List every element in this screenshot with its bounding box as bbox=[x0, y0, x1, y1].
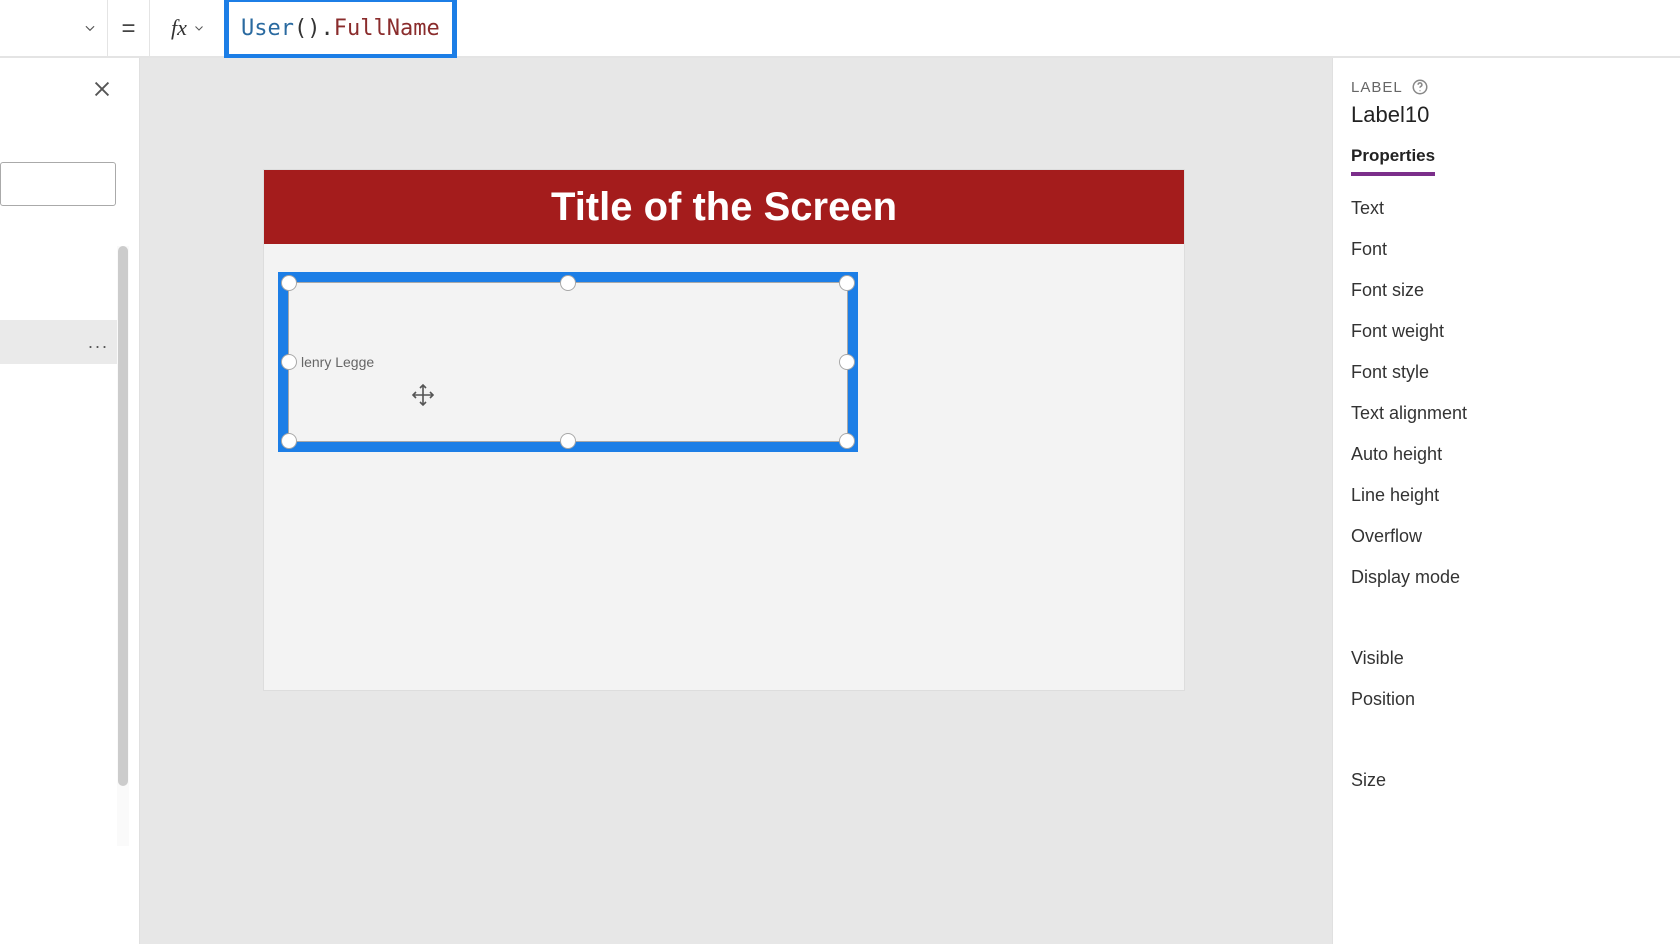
control-type-label: LABEL bbox=[1351, 79, 1403, 96]
formula-token-property: FullName bbox=[334, 16, 440, 41]
formula-input-highlight: User().FullName bbox=[224, 0, 457, 59]
prop-font-size[interactable]: Font size bbox=[1351, 280, 1680, 301]
tree-scrollbar[interactable] bbox=[117, 246, 129, 846]
prop-position[interactable]: Position bbox=[1351, 689, 1680, 710]
device-frame[interactable]: Title of the Screen lenry Legge bbox=[264, 170, 1184, 690]
equals-label: = bbox=[108, 0, 150, 57]
formula-token-paren-close: ) bbox=[307, 16, 320, 41]
control-name-label[interactable]: Label10 bbox=[1351, 102, 1680, 128]
main-area: ... Title of the Screen lenry Legge bbox=[0, 58, 1680, 944]
formula-token-dot: . bbox=[320, 16, 333, 41]
more-actions-button[interactable]: ... bbox=[88, 332, 109, 353]
label-control[interactable]: lenry Legge bbox=[288, 282, 848, 442]
resize-handle-bottom-center[interactable] bbox=[560, 433, 576, 449]
fx-button[interactable]: fx bbox=[150, 0, 226, 57]
formula-bar: = fx User().FullName bbox=[0, 0, 1680, 58]
help-icon[interactable] bbox=[1411, 78, 1429, 96]
prop-font-style[interactable]: Font style bbox=[1351, 362, 1680, 383]
tree-scrollbar-thumb[interactable] bbox=[118, 246, 128, 786]
tree-search-input[interactable] bbox=[0, 162, 116, 206]
move-icon bbox=[411, 383, 435, 407]
resize-handle-top-left[interactable] bbox=[281, 275, 297, 291]
prop-visible[interactable]: Visible bbox=[1351, 648, 1680, 669]
property-list: Text Font Font size Font weight Font sty… bbox=[1351, 198, 1680, 791]
prop-display-mode[interactable]: Display mode bbox=[1351, 567, 1680, 588]
resize-handle-top-center[interactable] bbox=[560, 275, 576, 291]
prop-line-height[interactable]: Line height bbox=[1351, 485, 1680, 506]
label-text: lenry Legge bbox=[301, 283, 374, 441]
tree-close-button[interactable] bbox=[91, 78, 113, 105]
tab-properties[interactable]: Properties bbox=[1351, 146, 1435, 176]
resize-handle-bottom-left[interactable] bbox=[281, 433, 297, 449]
screen-title-bar: Title of the Screen bbox=[264, 170, 1184, 244]
canvas-area[interactable]: Title of the Screen lenry Legge bbox=[140, 58, 1332, 944]
chevron-down-icon bbox=[193, 22, 205, 34]
close-icon bbox=[91, 78, 113, 100]
tree-panel: ... bbox=[0, 58, 140, 944]
resize-handle-middle-left[interactable] bbox=[281, 354, 297, 370]
selected-control-highlight: lenry Legge bbox=[278, 272, 858, 452]
resize-handle-bottom-right[interactable] bbox=[839, 433, 855, 449]
prop-text[interactable]: Text bbox=[1351, 198, 1680, 219]
formula-token-paren-open: ( bbox=[294, 16, 307, 41]
prop-font[interactable]: Font bbox=[1351, 239, 1680, 260]
prop-overflow[interactable]: Overflow bbox=[1351, 526, 1680, 547]
fx-label: fx bbox=[171, 15, 187, 41]
chevron-down-icon bbox=[83, 21, 97, 35]
resize-handle-middle-right[interactable] bbox=[839, 354, 855, 370]
formula-token-object: User bbox=[241, 16, 294, 41]
prop-text-alignment[interactable]: Text alignment bbox=[1351, 403, 1680, 424]
property-selector-dropdown[interactable] bbox=[0, 0, 108, 57]
properties-header: LABEL bbox=[1351, 78, 1680, 96]
screen-title-text: Title of the Screen bbox=[551, 185, 897, 230]
prop-size[interactable]: Size bbox=[1351, 770, 1680, 791]
prop-font-weight[interactable]: Font weight bbox=[1351, 321, 1680, 342]
properties-tab-row: Properties bbox=[1351, 146, 1680, 176]
tree-scroll-area: ... bbox=[0, 246, 129, 846]
properties-panel: LABEL Label10 Properties Text Font Font … bbox=[1332, 58, 1680, 944]
resize-handle-top-right[interactable] bbox=[839, 275, 855, 291]
prop-auto-height[interactable]: Auto height bbox=[1351, 444, 1680, 465]
tree-selected-item[interactable]: ... bbox=[0, 320, 129, 364]
formula-input[interactable]: User().FullName bbox=[241, 16, 440, 41]
